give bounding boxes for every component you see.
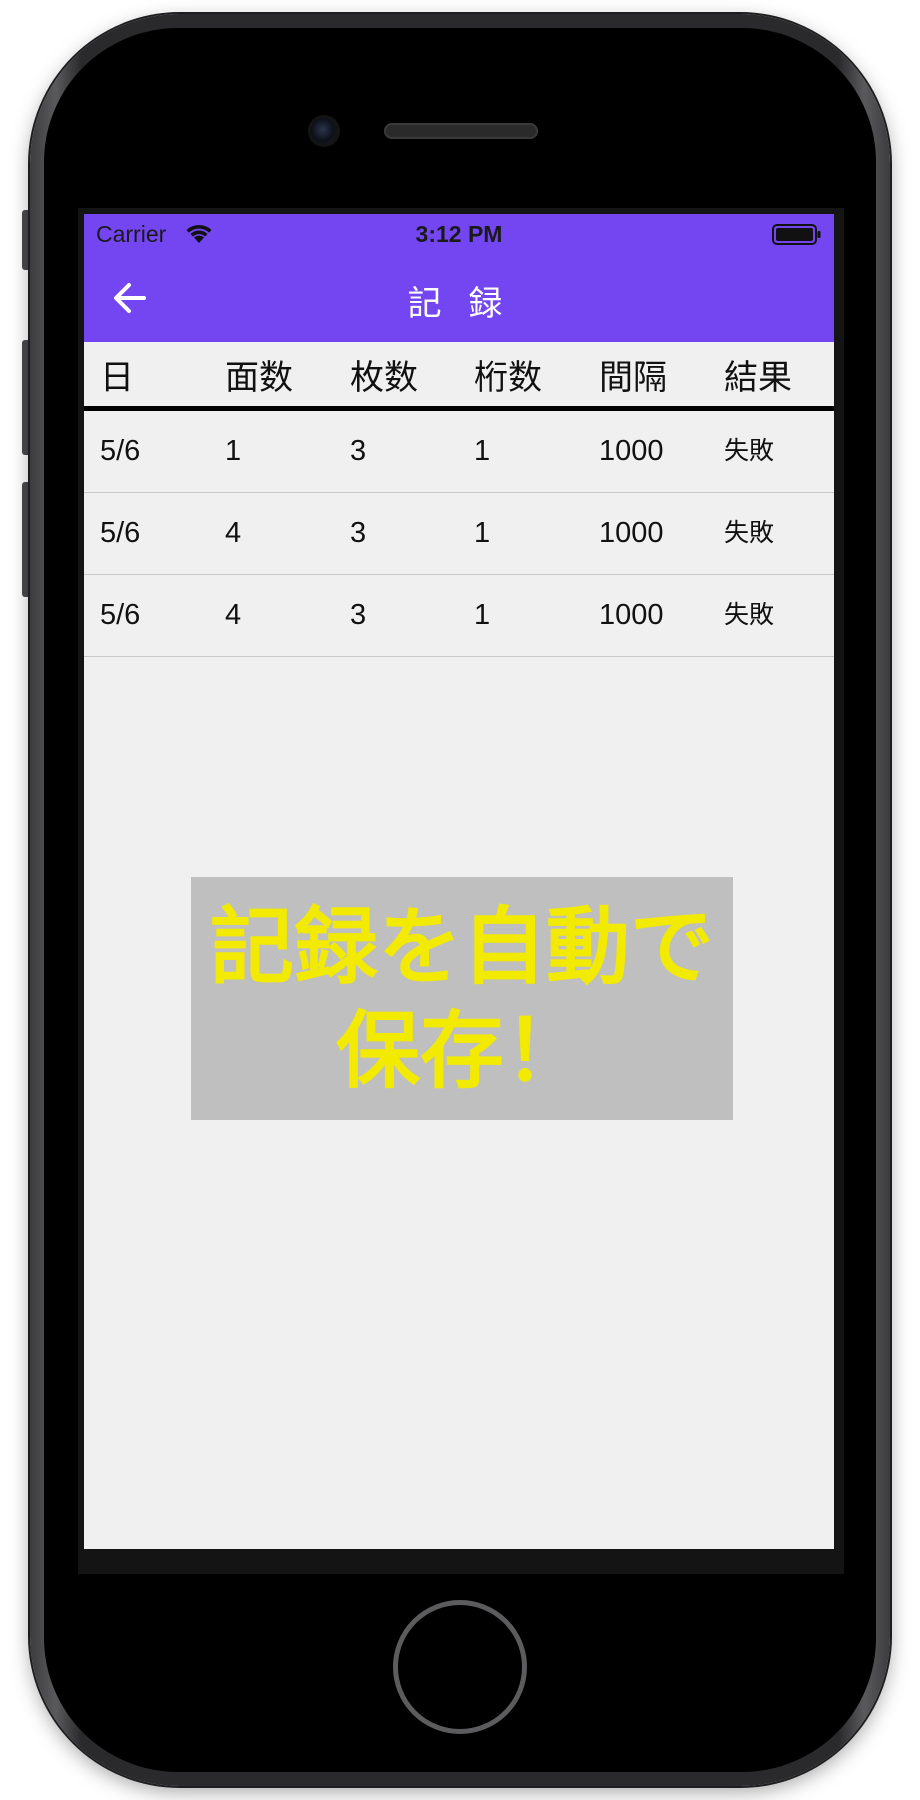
cell-interval: 1000 (599, 599, 664, 631)
promo-text: 記録を自動で 保存！ (209, 897, 714, 1100)
cell-faces: 4 (225, 517, 242, 549)
cell-faces: 1 (225, 435, 242, 467)
header-digits: 桁数 (474, 357, 542, 398)
header-result: 結果 (724, 357, 792, 398)
cell-faces: 4 (225, 599, 242, 631)
cell-date: 5/6 (100, 435, 141, 467)
cell-date: 5/6 (100, 599, 141, 631)
status-time: 3:12 PM (415, 221, 503, 247)
table-header: 日 面数 枚数 桁数 間隔 結果 (84, 342, 834, 411)
promo-banner: 記録を自動で 保存！ (191, 877, 733, 1120)
device-frame: Carrier 3:12 PM 記 録 日 面数 枚数 桁数 間隔 結果 5/6… (0, 0, 920, 1800)
header-cards: 枚数 (350, 357, 418, 398)
cell-interval: 1000 (599, 435, 664, 467)
cell-cards: 3 (350, 435, 367, 467)
status-bar: Carrier 3:12 PM (84, 214, 834, 254)
header-faces: 面数 (225, 357, 293, 398)
navigation-bar: 記 録 (84, 254, 834, 342)
table-row[interactable]: 5/6 1 3 1 1000 失敗 (84, 411, 834, 493)
cell-digits: 1 (474, 517, 491, 549)
home-button[interactable] (393, 1600, 527, 1734)
cell-cards: 3 (350, 517, 367, 549)
earpiece-speaker (384, 123, 538, 139)
table-row[interactable]: 5/6 4 3 1 1000 失敗 (84, 493, 834, 575)
cell-cards: 3 (350, 599, 367, 631)
table-row[interactable]: 5/6 4 3 1 1000 失敗 (84, 575, 834, 657)
app-screen: Carrier 3:12 PM 記 録 日 面数 枚数 桁数 間隔 結果 5/6… (84, 214, 834, 1549)
cell-digits: 1 (474, 435, 491, 467)
record-list: 5/6 1 3 1 1000 失敗 5/6 4 3 1 1000 失敗 5/6 … (84, 411, 834, 657)
cell-result: 失敗 (724, 600, 775, 629)
cell-result: 失敗 (724, 436, 775, 465)
header-interval: 間隔 (599, 357, 667, 398)
battery-full-icon (772, 224, 821, 245)
cell-date: 5/6 (100, 517, 141, 549)
header-date: 日 (100, 357, 134, 398)
page-title: 記 録 (407, 284, 511, 324)
cell-result: 失敗 (724, 518, 775, 547)
cell-digits: 1 (474, 599, 491, 631)
front-camera (311, 118, 337, 144)
cell-interval: 1000 (599, 517, 664, 549)
